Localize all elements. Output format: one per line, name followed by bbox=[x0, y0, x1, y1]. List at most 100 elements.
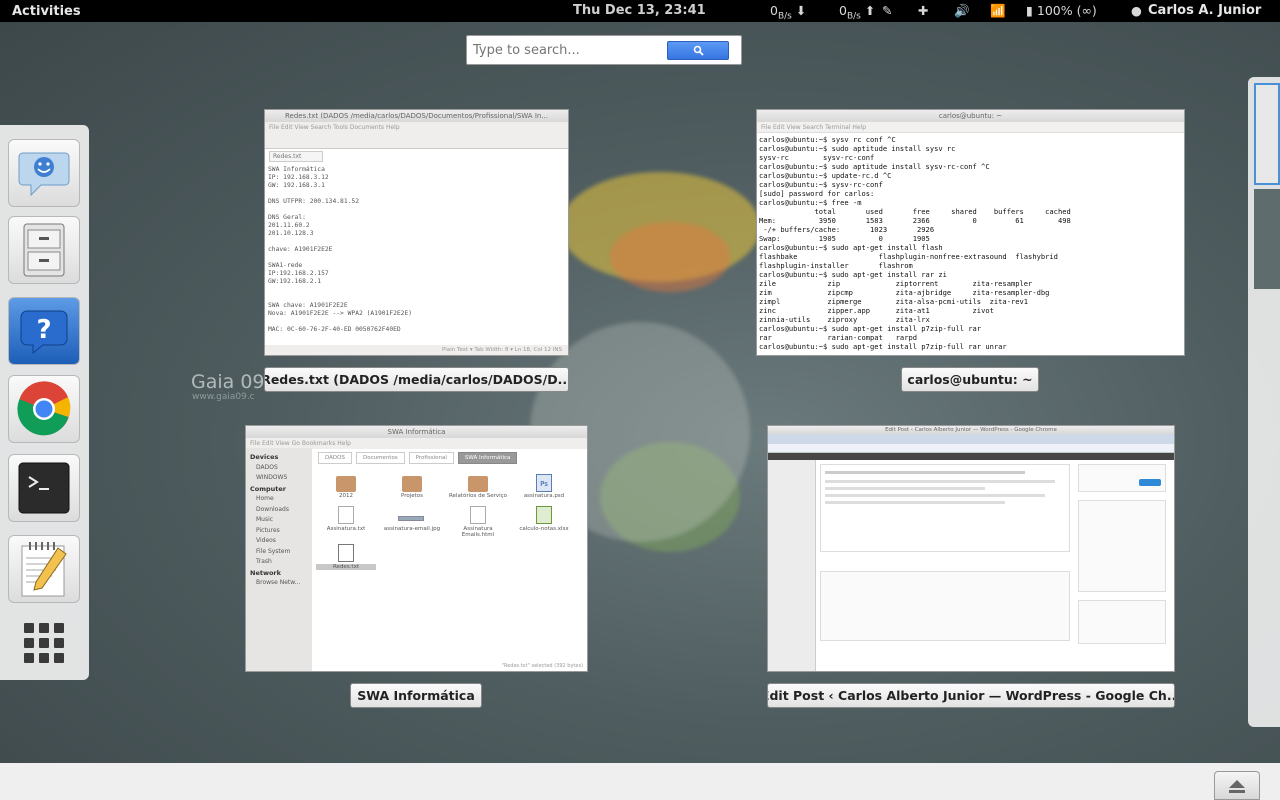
text-file-icon-selected[interactable] bbox=[338, 544, 354, 562]
sidebar-item-home[interactable]: Home bbox=[250, 494, 308, 505]
wallpaper-swirl-orange bbox=[610, 222, 730, 292]
dash-text-editor[interactable] bbox=[8, 535, 80, 603]
sidebar-item-filesystem[interactable]: File System bbox=[250, 547, 308, 558]
window-nautilus[interactable]: SWA Informática File Edit View Go Bookma… bbox=[245, 425, 588, 672]
spreadsheet-file-icon[interactable] bbox=[536, 506, 552, 524]
clock[interactable]: Thu Dec 13, 23:41 bbox=[573, 3, 706, 18]
chat-status-icon: ● bbox=[1131, 3, 1142, 18]
dash-help[interactable]: ? bbox=[8, 297, 80, 365]
file-label: calculo-notas.xlsx bbox=[519, 526, 569, 532]
top-panel: Activities Thu Dec 13, 23:41 0B/s ⬇ 0B/s… bbox=[0, 0, 1280, 22]
window-titlebar: Edit Post ‹ Carlos Alberto Junior — Word… bbox=[768, 426, 1174, 434]
net-upload-value: 0 bbox=[839, 3, 847, 18]
arrow-down-icon: ⬇ bbox=[795, 3, 807, 18]
net-download-value: 0 bbox=[770, 3, 778, 18]
sidebar-item-trash[interactable]: Trash bbox=[250, 557, 308, 568]
volume-icon[interactable]: 🔊 bbox=[954, 3, 970, 19]
message-tray bbox=[0, 763, 1280, 800]
path-segment[interactable]: Documentos bbox=[355, 452, 405, 464]
image-file-icon[interactable] bbox=[398, 516, 424, 521]
sidebar-item-music[interactable]: Music bbox=[250, 515, 308, 526]
file-label: Relatórios de Serviço bbox=[448, 493, 508, 499]
tags-box bbox=[1078, 600, 1166, 644]
user-menu[interactable]: Carlos A. Junior bbox=[1148, 3, 1261, 18]
path-segment[interactable]: DADOS bbox=[318, 452, 352, 464]
categories-box bbox=[1078, 500, 1166, 592]
net-download-indicator[interactable]: 0B/s ⬇ bbox=[770, 3, 806, 22]
window-terminal[interactable]: carlos@ubuntu: ~ File Edit View Search T… bbox=[756, 109, 1185, 356]
folder-icon[interactable] bbox=[468, 476, 488, 492]
sidebar-heading-computer: Computer bbox=[250, 484, 287, 493]
folder-icon[interactable] bbox=[402, 476, 422, 492]
activities-button[interactable]: Activities bbox=[0, 4, 120, 19]
file-label: Assinatura.txt bbox=[326, 526, 366, 532]
dash-empathy[interactable] bbox=[8, 139, 80, 207]
net-upload-indicator[interactable]: 0B/s ⬆ bbox=[839, 3, 875, 22]
caption-gedit[interactable]: Redes.txt (DADOS /media/carlos/DADOS/D..… bbox=[264, 367, 569, 392]
battery-label: 100% (∞) bbox=[1036, 3, 1097, 18]
sidebar-item-dados[interactable]: DADOS bbox=[250, 463, 308, 474]
arrow-up-icon: ⬆ bbox=[864, 3, 876, 18]
window-titlebar: carlos@ubuntu: ~ bbox=[757, 110, 1184, 122]
dash-files[interactable] bbox=[8, 216, 80, 284]
tab-redes[interactable]: Redes.txt bbox=[269, 151, 323, 162]
empathy-icon bbox=[18, 152, 70, 197]
eject-button[interactable] bbox=[1214, 771, 1260, 800]
chrome-icon bbox=[17, 381, 71, 436]
sidebar-item-videos[interactable]: Videos bbox=[250, 536, 308, 547]
dash-terminal[interactable] bbox=[8, 454, 80, 522]
window-titlebar: Redes.txt (DADOS /media/carlos/DADOS/Doc… bbox=[265, 110, 568, 122]
terminal-output[interactable]: carlos@ubuntu:~$ sysv rc conf ^C carlos@… bbox=[757, 133, 1184, 353]
file-label: assinatura-email.jpg bbox=[383, 526, 441, 532]
places-sidebar: Devices DADOS WINDOWS Computer Home Down… bbox=[246, 448, 312, 671]
caption-chrome[interactable]: Edit Post ‹ Carlos Alberto Junior — Word… bbox=[767, 683, 1175, 708]
revisions-box bbox=[820, 571, 1070, 641]
sidebar-item-pictures[interactable]: Pictures bbox=[250, 526, 308, 537]
caption-terminal[interactable]: carlos@ubuntu: ~ bbox=[901, 367, 1039, 392]
workspace-1-thumbnail[interactable] bbox=[1254, 83, 1280, 185]
dash-chrome[interactable] bbox=[8, 375, 80, 443]
html-file-icon[interactable] bbox=[470, 506, 486, 524]
path-segment[interactable]: Profissional bbox=[408, 452, 454, 464]
psd-file-icon[interactable]: Ps bbox=[536, 474, 552, 492]
path-segment-current[interactable]: SWA Informática bbox=[457, 452, 518, 464]
show-apps-icon[interactable] bbox=[24, 623, 64, 663]
window-chrome[interactable]: Edit Post ‹ Carlos Alberto Junior — Word… bbox=[767, 425, 1175, 672]
net-upload-unit: B/s bbox=[846, 11, 861, 22]
text-file-icon[interactable] bbox=[338, 506, 354, 524]
dash: ? bbox=[0, 125, 89, 680]
file-label: Projetos bbox=[400, 493, 424, 499]
folder-icon[interactable] bbox=[336, 476, 356, 492]
pen-icon[interactable]: ✎ bbox=[882, 3, 892, 18]
sidebar-heading-network: Network bbox=[250, 568, 281, 577]
file-cabinet-icon bbox=[23, 223, 65, 277]
net-download-unit: B/s bbox=[777, 11, 792, 22]
search-input[interactable] bbox=[473, 40, 663, 60]
sidebar-item-browse-network[interactable]: Browse Netw... bbox=[250, 578, 308, 589]
battery-indicator[interactable]: ▮ 100% (∞) bbox=[1026, 3, 1097, 18]
workspace-switcher bbox=[1248, 77, 1280, 727]
terminal-icon bbox=[18, 462, 70, 514]
post-editor[interactable] bbox=[820, 464, 1070, 552]
sidebar-item-downloads[interactable]: Downloads bbox=[250, 505, 308, 516]
accessibility-icon[interactable]: ✚ bbox=[918, 3, 928, 18]
window-gedit[interactable]: Redes.txt (DADOS /media/carlos/DADOS/Doc… bbox=[264, 109, 569, 356]
file-label: assinatura.psd bbox=[523, 493, 565, 499]
text-editor-icon bbox=[21, 542, 67, 597]
file-label-selected: Redes.txt bbox=[316, 564, 376, 570]
workspace-2-thumbnail[interactable] bbox=[1254, 189, 1280, 289]
wallpaper-url: www.gaia09.c bbox=[192, 392, 255, 402]
wifi-icon[interactable]: 📶 bbox=[990, 3, 1006, 19]
wallpaper-brand: Gaia 09 bbox=[191, 371, 265, 393]
address-bar[interactable] bbox=[768, 444, 1174, 453]
battery-icon: ▮ bbox=[1026, 3, 1033, 18]
caption-nautilus[interactable]: SWA Informática bbox=[350, 683, 482, 708]
file-label: 2012 bbox=[339, 493, 353, 499]
sidebar-heading-devices: Devices bbox=[250, 453, 279, 461]
sidebar-item-windows[interactable]: WINDOWS bbox=[250, 473, 308, 484]
search-box[interactable] bbox=[466, 35, 742, 65]
editor-text[interactable]: SWA Informática IP: 192.168.3.12 GW: 192… bbox=[265, 164, 568, 336]
search-button[interactable] bbox=[667, 41, 729, 60]
window-titlebar: SWA Informática bbox=[246, 426, 587, 438]
publish-button[interactable] bbox=[1139, 479, 1161, 486]
